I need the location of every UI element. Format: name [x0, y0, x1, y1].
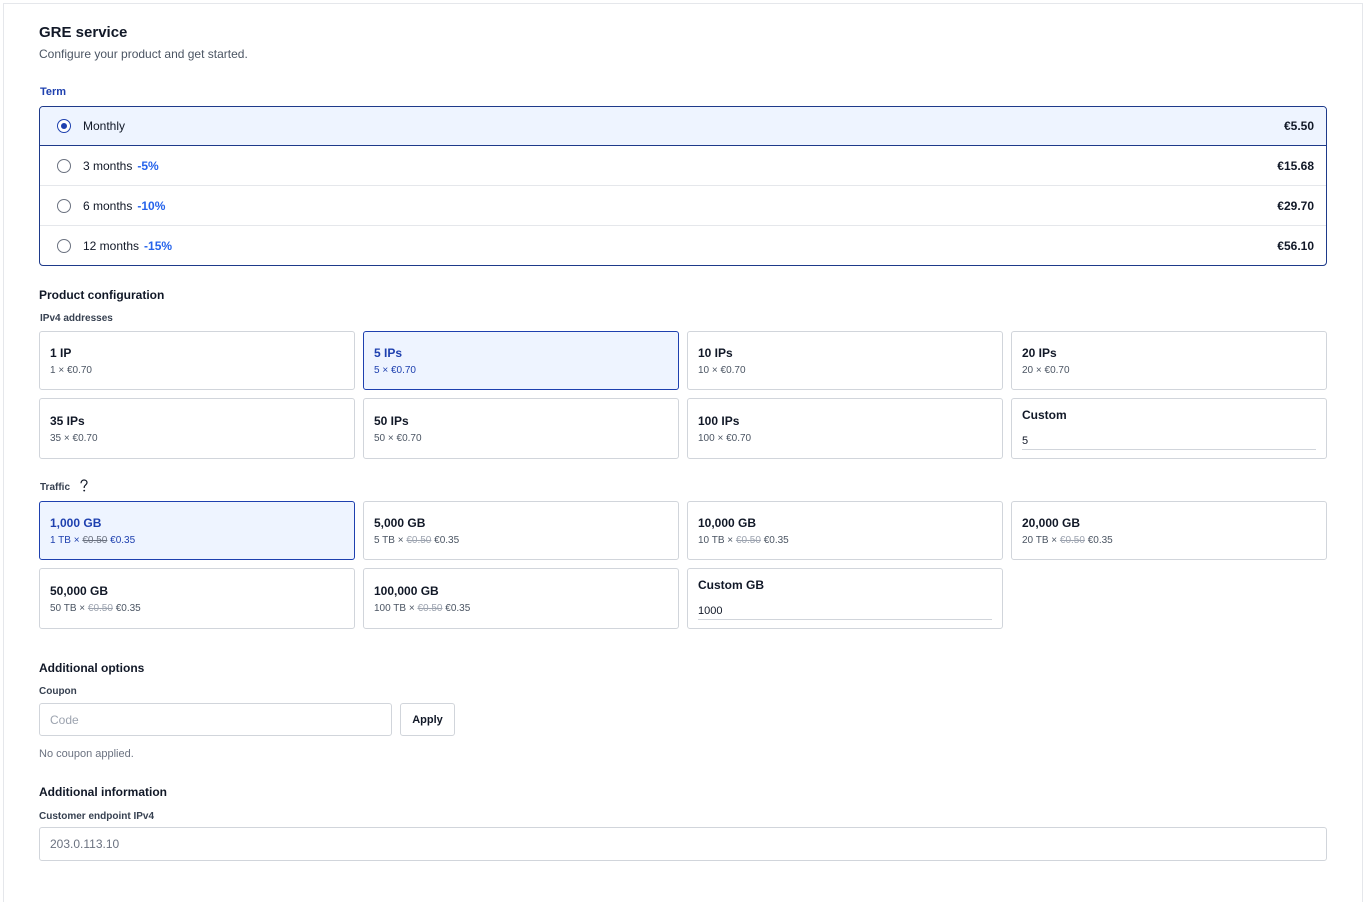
- ipv4-option-10[interactable]: 10 IPs 10 × €0.70: [687, 331, 1003, 390]
- page-subtitle: Configure your product and get started.: [39, 47, 248, 61]
- radio-unselected-icon[interactable]: [57, 158, 71, 173]
- term-price: €29.70: [1277, 198, 1314, 213]
- traffic-option-50000[interactable]: 50,000 GB 50 TB × €0.50 €0.35: [39, 568, 355, 629]
- product-configuration-title: Product configuration: [39, 288, 165, 302]
- option-price: €0.35: [110, 535, 136, 546]
- coupon-input[interactable]: [39, 703, 392, 736]
- ipv4-option-100[interactable]: 100 IPs 100 × €0.70: [687, 398, 1003, 459]
- term-label: Term: [40, 86, 67, 98]
- option-price: 35 × €0.70: [50, 433, 98, 444]
- term-name: Monthly: [83, 119, 126, 133]
- option-price: 5 × €0.70: [374, 365, 416, 376]
- option-old-price: €0.50: [406, 535, 432, 546]
- traffic-custom-option: Custom GB: [687, 568, 1003, 629]
- option-price: 20 × €0.70: [1022, 365, 1070, 376]
- traffic-option-5000[interactable]: 5,000 GB 5 TB × €0.50 €0.35: [363, 501, 679, 560]
- term-name: 3 months: [83, 158, 133, 173]
- radio-unselected-icon[interactable]: [57, 198, 71, 213]
- custom-title: Custom GB: [698, 578, 764, 592]
- term-name: 12 months: [83, 239, 140, 253]
- radio-selected-icon[interactable]: [57, 119, 71, 133]
- page-title: GRE service: [39, 24, 128, 41]
- option-old-price: €0.50: [735, 535, 761, 546]
- option-title: 5,000 GB: [374, 516, 426, 530]
- additional-information-title: Additional information: [39, 785, 167, 799]
- option-price: 50 × €0.70: [374, 433, 422, 444]
- option-title: 50,000 GB: [50, 584, 109, 598]
- traffic-option-1000[interactable]: 1,000 GB 1 TB × €0.50 €0.35: [39, 501, 355, 560]
- option-old-price: €0.50: [82, 535, 108, 546]
- term-radio-group: Monthly €5.50 3 months -5% €15.68 6 month…: [39, 106, 1327, 266]
- option-price-prefix: 20 TB ×: [1022, 535, 1058, 546]
- ipv4-custom-input[interactable]: [1022, 432, 1316, 450]
- traffic-option-20000[interactable]: 20,000 GB 20 TB × €0.50 €0.35: [1011, 501, 1327, 560]
- ipv4-custom-option: Custom: [1011, 398, 1327, 459]
- option-title: 1 IP: [50, 346, 72, 360]
- option-price: €0.35: [445, 603, 471, 614]
- option-title: 50 IPs: [374, 414, 409, 428]
- option-price-prefix: 10 TB ×: [698, 535, 734, 546]
- ipv4-option-35[interactable]: 35 IPs 35 × €0.70: [39, 398, 355, 459]
- option-price-prefix: 100 TB ×: [374, 603, 415, 614]
- coupon-status: No coupon applied.: [39, 748, 134, 760]
- additional-options-title: Additional options: [39, 661, 145, 675]
- option-title: 10,000 GB: [698, 516, 757, 530]
- endpoint-ipv4-input[interactable]: [39, 827, 1327, 861]
- option-old-price: €0.50: [417, 603, 443, 614]
- option-price: €0.35: [763, 535, 789, 546]
- option-title: 35 IPs: [50, 414, 85, 428]
- term-option-6-months[interactable]: 6 months -10% €29.70: [40, 186, 1326, 226]
- ipv4-option-1[interactable]: 1 IP 1 × €0.70: [39, 331, 355, 390]
- option-price: €0.35: [1087, 535, 1113, 546]
- option-old-price: €0.50: [87, 603, 113, 614]
- option-title: 20,000 GB: [1022, 516, 1081, 530]
- option-title: 10 IPs: [698, 346, 733, 360]
- ipv4-option-50[interactable]: 50 IPs 50 × €0.70: [363, 398, 679, 459]
- custom-title: Custom: [1022, 408, 1067, 422]
- option-price: €0.35: [115, 603, 141, 614]
- question-mark-icon[interactable]: [79, 479, 89, 496]
- term-option-monthly[interactable]: Monthly €5.50: [40, 107, 1326, 146]
- apply-coupon-button[interactable]: Apply: [400, 703, 455, 736]
- traffic-option-100000[interactable]: 100,000 GB 100 TB × €0.50 €0.35: [363, 568, 679, 629]
- option-price: €0.35: [434, 535, 460, 546]
- endpoint-label: Customer endpoint IPv4: [39, 811, 155, 822]
- option-price-prefix: 1 TB ×: [50, 535, 80, 546]
- radio-unselected-icon[interactable]: [57, 239, 71, 253]
- term-discount: -15%: [144, 239, 173, 253]
- ipv4-option-20[interactable]: 20 IPs 20 × €0.70: [1011, 331, 1327, 390]
- traffic-option-10000[interactable]: 10,000 GB 10 TB × €0.50 €0.35: [687, 501, 1003, 560]
- option-price-prefix: 5 TB ×: [374, 535, 404, 546]
- term-price: €5.50: [1283, 119, 1314, 133]
- option-title: 100,000 GB: [374, 584, 439, 598]
- option-title: 20 IPs: [1022, 346, 1057, 360]
- option-title: 5 IPs: [374, 346, 403, 360]
- option-price: 1 × €0.70: [50, 365, 92, 376]
- option-title: 100 IPs: [698, 414, 740, 428]
- term-option-3-months[interactable]: 3 months -5% €15.68: [40, 146, 1326, 186]
- term-option-12-months[interactable]: 12 months -15% €56.10: [40, 226, 1326, 265]
- traffic-custom-input[interactable]: [698, 602, 992, 620]
- ipv4-option-5[interactable]: 5 IPs 5 × €0.70: [363, 331, 679, 390]
- coupon-label: Coupon: [39, 686, 77, 697]
- term-discount: -10%: [137, 198, 166, 213]
- option-old-price: €0.50: [1059, 535, 1085, 546]
- term-price: €15.68: [1277, 158, 1314, 173]
- term-discount: -5%: [137, 158, 159, 173]
- option-price: 100 × €0.70: [698, 433, 752, 444]
- traffic-label: Traffic: [40, 482, 71, 493]
- term-price: €56.10: [1277, 239, 1314, 253]
- option-price-prefix: 50 TB ×: [50, 603, 86, 614]
- option-title: 1,000 GB: [50, 516, 102, 530]
- option-price: 10 × €0.70: [698, 365, 746, 376]
- ipv4-addresses-label: IPv4 addresses: [40, 313, 113, 324]
- term-name: 6 months: [83, 198, 133, 213]
